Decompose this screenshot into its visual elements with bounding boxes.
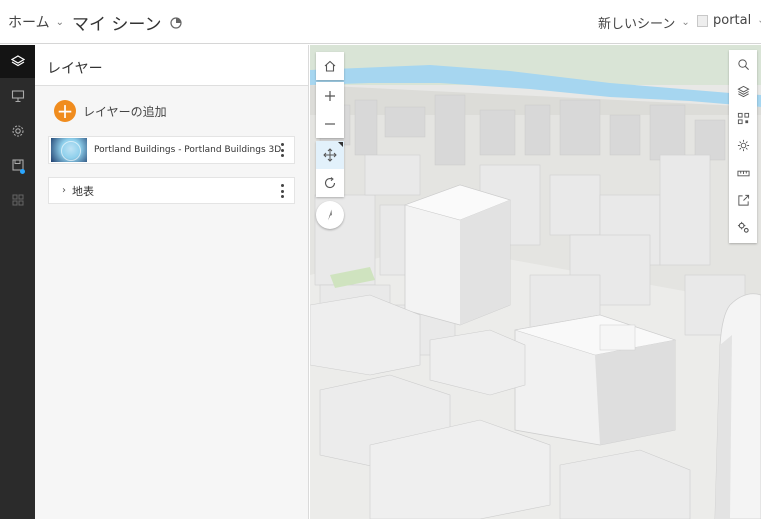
scene-title-text: マイ シーン (72, 15, 162, 35)
add-layer-label: レイヤーの追加 (83, 104, 167, 119)
gear-icon (11, 124, 24, 137)
grid-icon (12, 194, 23, 205)
rail-item-properties[interactable] (0, 114, 35, 147)
rail-item-save[interactable] (0, 148, 35, 181)
search-icon (737, 59, 749, 71)
top-bar: ホーム ⌄ マイ シーン 新しいシーン ⌄ portal ⌄ (0, 0, 761, 44)
measure-icon (736, 170, 750, 177)
scene-title: マイ シーン (72, 10, 182, 35)
settings-button[interactable] (729, 214, 757, 241)
layers-icon (10, 54, 25, 66)
search-button[interactable] (729, 51, 757, 78)
notification-dot (20, 169, 25, 174)
measure-button[interactable] (729, 160, 757, 187)
chevron-right-icon[interactable]: › (62, 185, 66, 196)
rail-item-slides[interactable] (0, 79, 35, 112)
zoom-out-button[interactable] (316, 110, 344, 138)
chevron-down-icon: ⌄ (55, 16, 64, 28)
city-scene-illustration (310, 45, 761, 519)
left-rail (0, 45, 35, 519)
sun-icon (737, 139, 749, 152)
home-icon (324, 60, 336, 72)
rotate-button[interactable] (316, 169, 344, 197)
panel-title: レイヤー (35, 45, 308, 86)
home-label: ホーム (8, 15, 50, 31)
layer-name: Portland Buildings - Portland Buildings … (94, 145, 282, 155)
move-icon (323, 148, 337, 162)
zoom-controls (316, 82, 344, 138)
avatar (697, 14, 708, 27)
more-options-icon[interactable] (276, 184, 288, 198)
layer-thumbnail (51, 138, 87, 162)
minus-icon (325, 123, 335, 125)
daylight-button[interactable] (729, 132, 757, 159)
share-button[interactable] (729, 187, 757, 214)
rail-item-share[interactable] (0, 183, 35, 216)
navigation-mode-controls (316, 141, 344, 197)
layer-item[interactable]: Portland Buildings - Portland Buildings … (48, 136, 295, 164)
share-icon (737, 194, 749, 206)
map-tools (729, 50, 757, 243)
layers-icon (736, 85, 750, 98)
compass-icon (328, 209, 332, 221)
user-menu[interactable]: portal ⌄ (697, 13, 761, 28)
clock-pie-icon[interactable] (169, 16, 182, 29)
add-layer-button[interactable]: + レイヤーの追加 (54, 100, 167, 122)
basemap-item[interactable]: › 地表 (48, 177, 295, 204)
home-menu[interactable]: ホーム ⌄ (8, 12, 64, 32)
more-options-icon[interactable] (276, 143, 288, 157)
chevron-down-icon: ⌄ (681, 17, 690, 28)
new-scene-menu[interactable]: 新しいシーン ⌄ (598, 13, 690, 32)
chevron-down-icon: ⌄ (757, 15, 761, 26)
settings-icon (737, 221, 749, 233)
plus-icon: + (54, 100, 76, 122)
presentation-icon (11, 89, 24, 102)
pan-button[interactable] (316, 141, 344, 169)
zoom-in-button[interactable] (316, 82, 344, 110)
user-name: portal (713, 13, 752, 28)
new-scene-label: 新しいシーン (598, 17, 676, 32)
layers-panel: レイヤー + レイヤーの追加 Portland Buildings - Port… (35, 45, 309, 519)
compass-button[interactable] (316, 201, 344, 229)
scene-viewer-app: ホーム ⌄ マイ シーン 新しいシーン ⌄ portal ⌄ (0, 0, 761, 519)
scene-view[interactable] (310, 45, 761, 519)
qr-icon (737, 112, 749, 125)
home-view-button[interactable] (316, 52, 344, 80)
qr-button[interactable] (729, 105, 757, 132)
layer-list-button[interactable] (729, 78, 757, 105)
rail-item-layers[interactable] (0, 45, 35, 78)
plus-icon (325, 91, 335, 101)
rotate-icon (325, 177, 336, 189)
basemap-label: 地表 (72, 184, 94, 198)
